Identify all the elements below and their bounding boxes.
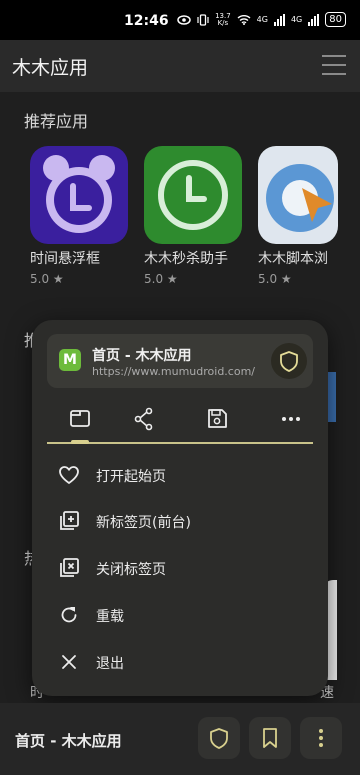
shield-icon (210, 728, 228, 749)
star-icon: ★ (52, 272, 64, 286)
site-url: https://www.mumudroid.com/ (92, 365, 256, 378)
hamburger-icon[interactable] (322, 55, 346, 77)
cursor-icon (258, 146, 338, 244)
more-horizontal-icon (282, 417, 300, 421)
menu-toolbar (47, 398, 313, 444)
new-tab-icon (60, 511, 79, 530)
shield-button-bottom[interactable] (198, 717, 240, 759)
vibrate-icon (197, 13, 209, 26)
app-rating: 5.0 ★ (258, 272, 338, 286)
status-time: 12:46 (124, 13, 169, 29)
menu-item-label: 退出 (96, 656, 124, 672)
star-icon: ★ (280, 272, 292, 286)
network-type-2: 4G (290, 15, 303, 24)
battery-indicator: 80 (325, 12, 346, 27)
peek-thumbnail (328, 372, 336, 422)
site-info-card[interactable]: M 首页 - 木木应用 https://www.mumudroid.com/ (47, 334, 313, 388)
bookmark-button[interactable] (249, 717, 291, 759)
menu-item-reload[interactable]: 重载 (58, 598, 308, 634)
close-icon (62, 655, 76, 669)
clock-icon (144, 146, 242, 244)
bottom-bar: 首页 - 木木应用 (0, 703, 360, 775)
rating-value: 5.0 (30, 272, 50, 286)
app-rating: 5.0 ★ (144, 272, 242, 286)
wifi-icon (237, 15, 251, 25)
active-tab-indicator (71, 440, 89, 444)
app-rating: 5.0 ★ (30, 272, 128, 286)
share-icon (134, 407, 153, 431)
section-title-recommended: 推荐应用 (24, 112, 89, 131)
site-title: 首页 - 木木应用 (92, 348, 192, 364)
app-card-script-browser[interactable]: 木木脚本浏 5.0 ★ (258, 146, 338, 286)
app-name: 木木秒杀助手 (144, 251, 228, 267)
menu-item-new-tab[interactable]: 新标签页(前台) (58, 504, 308, 540)
more-vertical-button[interactable] (300, 717, 342, 759)
share-button[interactable] (129, 406, 159, 432)
app-title: 木木应用 (12, 57, 89, 79)
menu-item-label: 关闭标签页 (96, 562, 166, 578)
net-speed: 13.7 K/s (215, 12, 231, 27)
app-card-seckill[interactable]: 木木秒杀助手 5.0 ★ (144, 146, 242, 286)
save-icon (208, 409, 227, 428)
save-button[interactable] (202, 406, 232, 432)
menu-item-label: 新标签页(前台) (96, 515, 191, 531)
shield-icon (280, 351, 298, 372)
shield-button[interactable] (271, 343, 307, 379)
recommended-apps-list: 时间悬浮框 5.0 ★ 木木秒杀助手 5.0 ★ 木木脚本浏 5.0 ★ (30, 146, 338, 286)
status-bar: 12:46 13.7 K/s 4G 4G 80 (0, 0, 360, 40)
tab-icon (70, 410, 90, 427)
site-favicon: M (59, 349, 81, 371)
app-bar: 木木应用 (0, 40, 360, 92)
status-icons: 13.7 K/s 4G 4G 80 (177, 12, 346, 27)
menu-item-label: 打开起始页 (96, 469, 166, 485)
app-card-time-float[interactable]: 时间悬浮框 5.0 ★ (30, 146, 128, 286)
rating-value: 5.0 (144, 272, 164, 286)
bookmark-icon (263, 728, 277, 748)
menu-item-exit[interactable]: 退出 (58, 645, 308, 681)
eye-icon (177, 14, 191, 25)
menu-item-label: 重载 (96, 609, 124, 625)
more-vertical-icon (319, 729, 323, 747)
heart-icon (59, 466, 79, 484)
menu-item-close-tab[interactable]: 关闭标签页 (58, 551, 308, 587)
star-icon: ★ (166, 272, 178, 286)
menu-item-open-start-page[interactable]: 打开起始页 (58, 458, 308, 494)
close-tab-icon (60, 558, 79, 577)
net-speed-unit: K/s (217, 18, 229, 27)
bottom-page-title[interactable]: 首页 - 木木应用 (15, 730, 122, 751)
browser-menu: M 首页 - 木木应用 https://www.mumudroid.com/ 打… (32, 320, 328, 696)
tab-button[interactable] (65, 406, 95, 432)
app-name: 木木脚本浏 (258, 251, 328, 267)
reload-icon (61, 607, 77, 623)
more-button[interactable] (276, 406, 306, 432)
alarm-clock-icon (30, 146, 128, 244)
signal-icon (273, 13, 285, 26)
app-name: 时间悬浮框 (30, 251, 100, 267)
network-type-1: 4G (256, 15, 268, 24)
signal-icon-2 (308, 13, 320, 26)
rating-value: 5.0 (258, 272, 278, 286)
